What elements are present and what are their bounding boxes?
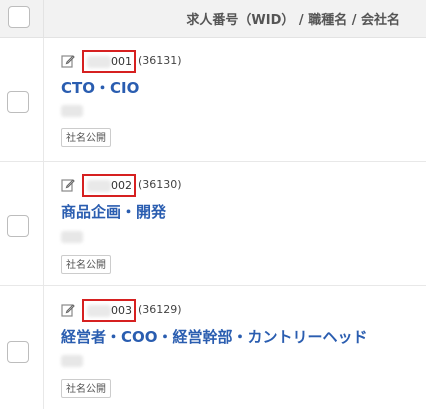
company-public-badge: 社名公開 [61,379,111,398]
row-checkbox[interactable] [7,215,29,237]
company-public-badge: 社名公開 [61,255,111,274]
row-content: 003 (36129) 経営者・COO・経営幹部・カントリーヘッド 社名公開 [61,286,426,409]
wid-number: (36129) [138,303,182,316]
wid-suffix: 002 [111,179,132,192]
row-checkbox[interactable] [7,91,29,113]
wid-highlight-box: 003 [82,299,136,322]
wid-highlight-box: 002 [82,174,136,197]
company-name-redacted [61,105,83,117]
company-name-redacted [61,355,83,367]
select-all-checkbox[interactable] [8,6,30,28]
wid-highlight-box: 001 [82,50,136,73]
job-title-link[interactable]: 商品企画・開発 [61,201,166,222]
column-header: 求人番号（WID） / 職種名 / 会社名 [186,13,400,28]
wid-number: (36130) [138,178,182,191]
table-header: 求人番号（WID） / 職種名 / 会社名 [0,0,426,38]
wid-number: (36131) [138,54,182,67]
job-list-table: 求人番号（WID） / 職種名 / 会社名 001 (36131) CTO・CI… [0,0,426,409]
table-row: 001 (36131) CTO・CIO 社名公開 [0,38,426,162]
row-content: 002 (36130) 商品企画・開発 社名公開 [61,162,426,285]
wid-suffix: 003 [111,304,132,317]
company-name-redacted [61,231,83,243]
table-row: 002 (36130) 商品企画・開発 社名公開 [0,162,426,286]
row-check-cell [0,38,44,161]
pencil-edit-icon[interactable] [61,178,75,192]
wid-prefix-redacted [87,305,111,317]
row-checkbox[interactable] [7,341,29,363]
row-content: 001 (36131) CTO・CIO 社名公開 [61,38,426,161]
job-title-link[interactable]: CTO・CIO [61,77,139,98]
pencil-edit-icon[interactable] [61,54,75,68]
pencil-edit-icon[interactable] [61,303,75,317]
company-public-badge: 社名公開 [61,128,111,147]
row-check-cell [0,162,44,285]
row-check-cell [0,286,44,409]
job-title-link[interactable]: 経営者・COO・経営幹部・カントリーヘッド [61,326,368,347]
wid-prefix-redacted [87,180,111,192]
wid-suffix: 001 [111,55,132,68]
wid-prefix-redacted [87,56,111,68]
header-check-cell [0,0,44,37]
table-row: 003 (36129) 経営者・COO・経営幹部・カントリーヘッド 社名公開 [0,286,426,409]
